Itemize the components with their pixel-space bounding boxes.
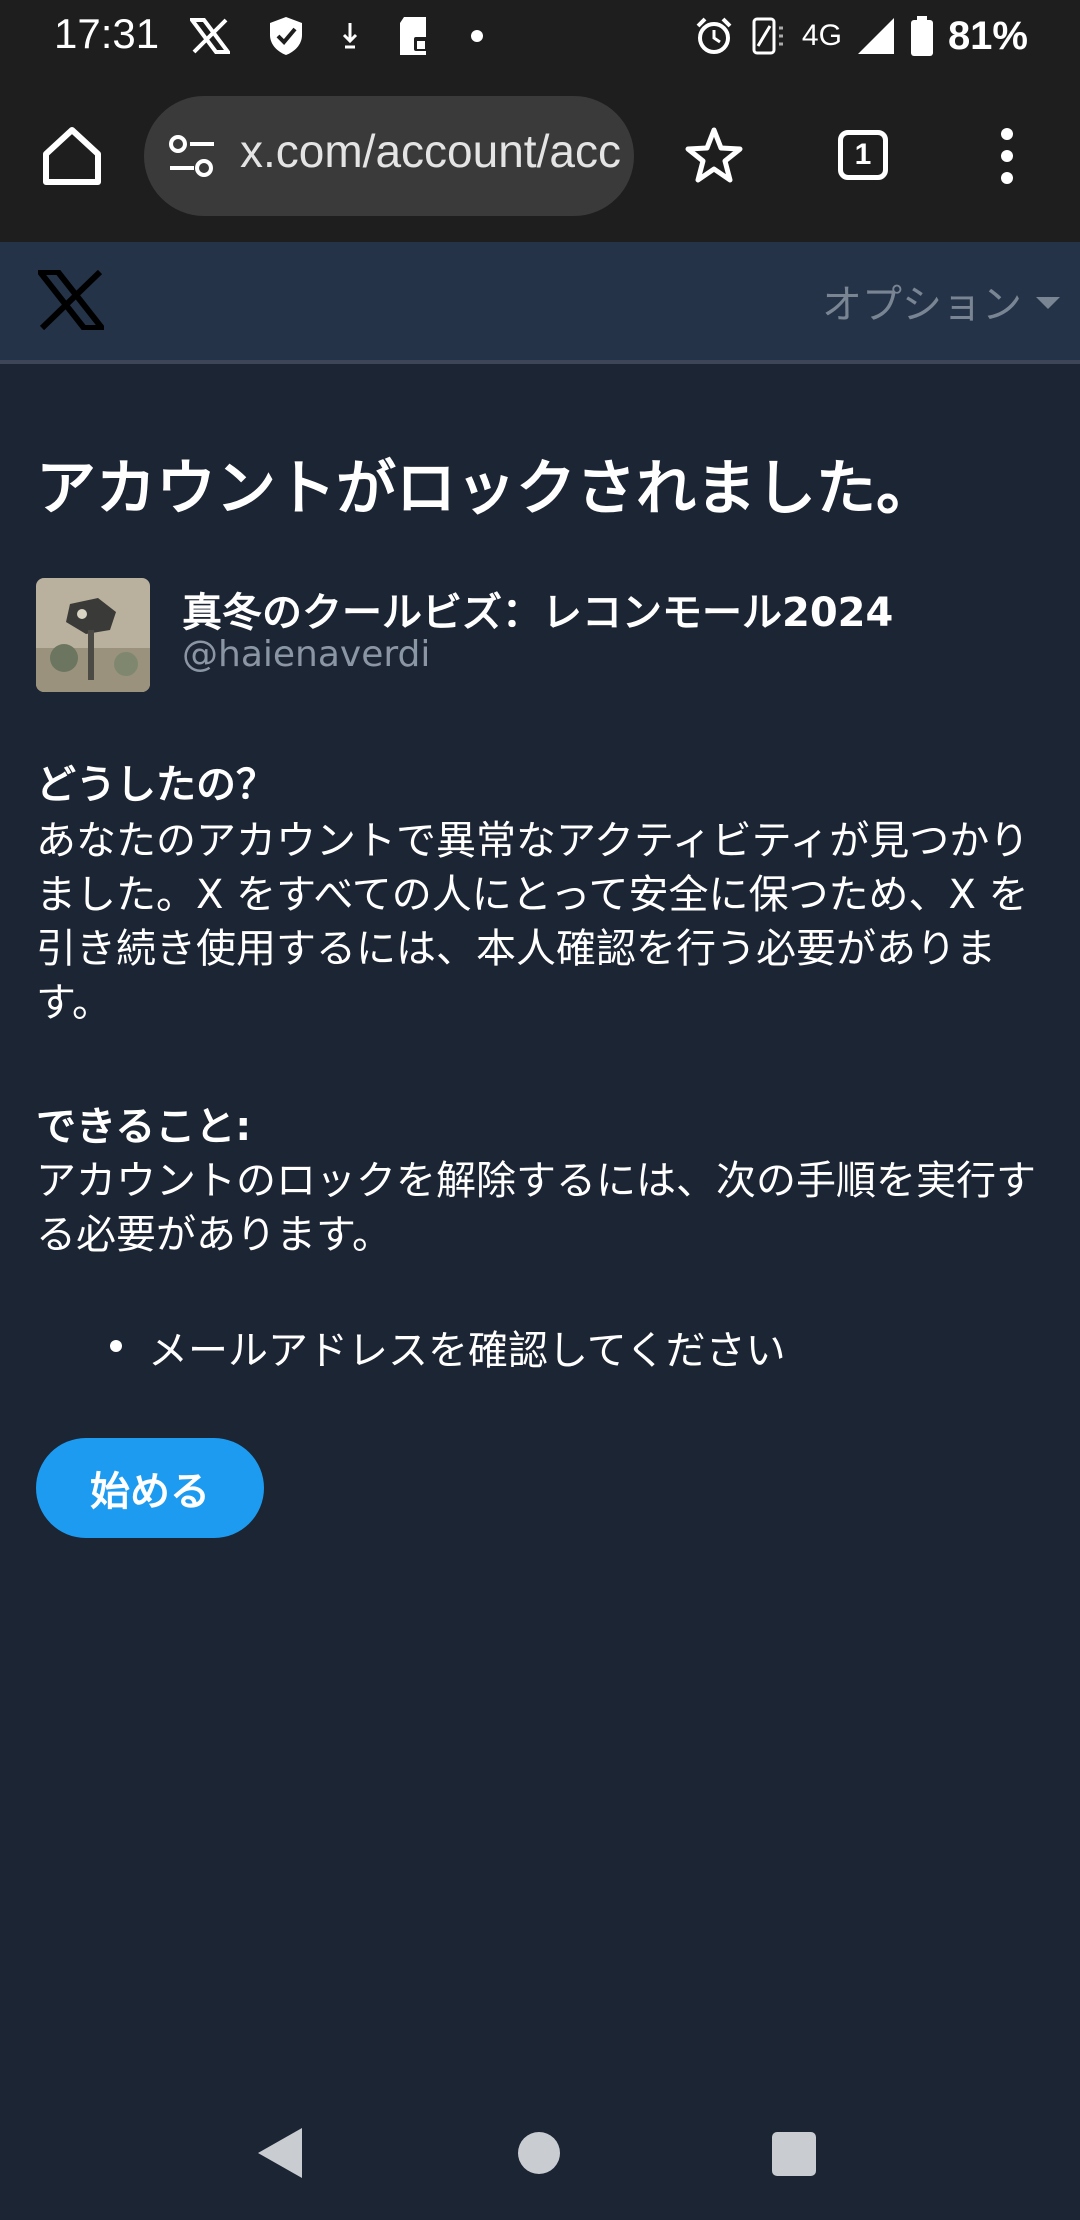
steps-list: メールアドレスを確認してください bbox=[108, 1318, 786, 1376]
site-header: オプション bbox=[0, 242, 1080, 364]
url-text[interactable]: x.com/account/access bbox=[240, 124, 620, 178]
shield-icon bbox=[270, 17, 302, 55]
status-icons-left bbox=[190, 12, 484, 60]
display-name: 真冬のクールビズ：レコンモール2024 bbox=[182, 590, 894, 636]
site-settings-icon[interactable] bbox=[166, 132, 218, 180]
back-icon[interactable] bbox=[258, 2128, 302, 2178]
dot-icon bbox=[471, 30, 483, 42]
what-to-do-body: アカウントのロックを解除するには、次の手順を実行する必要があります。 bbox=[36, 1158, 1036, 1258]
battery-icon bbox=[910, 16, 933, 56]
status-time: 17:31 bbox=[54, 10, 160, 57]
download-icon bbox=[342, 23, 358, 49]
network-type: 4G bbox=[801, 19, 842, 52]
what-to-do-heading: できること: bbox=[36, 1104, 252, 1150]
start-button[interactable]: 始める bbox=[36, 1438, 264, 1538]
home-icon[interactable] bbox=[36, 120, 108, 192]
sd-card-icon bbox=[400, 17, 428, 55]
page-title: アカウントがロックされました。 bbox=[36, 454, 936, 524]
options-dropdown[interactable]: オプション bbox=[822, 272, 1060, 330]
star-icon[interactable] bbox=[682, 124, 746, 188]
signal-icon bbox=[857, 18, 894, 54]
account-info: 真冬のクールビズ：レコンモール2024 @haienaverdi bbox=[36, 578, 1036, 694]
x-notification-icon bbox=[190, 18, 230, 54]
caret-down-icon bbox=[1036, 297, 1060, 309]
home-nav-icon[interactable] bbox=[518, 2132, 560, 2174]
options-label: オプション bbox=[822, 282, 1022, 328]
user-handle: @haienaverdi bbox=[182, 634, 431, 675]
address-bar[interactable]: x.com/account/access bbox=[144, 96, 634, 216]
x-logo[interactable] bbox=[38, 270, 104, 330]
tabs-icon[interactable]: 1 bbox=[838, 130, 888, 180]
vibrate-icon bbox=[752, 17, 783, 55]
battery-percentage: 81% bbox=[947, 13, 1028, 58]
alarm-icon bbox=[696, 17, 732, 54]
browser-toolbar: x.com/account/access 1 bbox=[0, 72, 1080, 242]
recents-icon[interactable] bbox=[772, 2132, 816, 2176]
more-icon[interactable] bbox=[990, 124, 1024, 188]
status-bar: 17:31 4G 81% bbox=[0, 0, 1080, 72]
status-icons-right: 4G 81% bbox=[694, 10, 1028, 62]
navigation-bar bbox=[0, 2090, 1080, 2220]
what-happened-heading: どうしたの？ bbox=[36, 762, 276, 808]
list-item: メールアドレスを確認してください bbox=[108, 1318, 786, 1376]
what-happened-body: あなたのアカウントで異常なアクティビティが見つかりました。X をすべての人にとっ… bbox=[36, 818, 1030, 1026]
avatar bbox=[36, 578, 150, 692]
